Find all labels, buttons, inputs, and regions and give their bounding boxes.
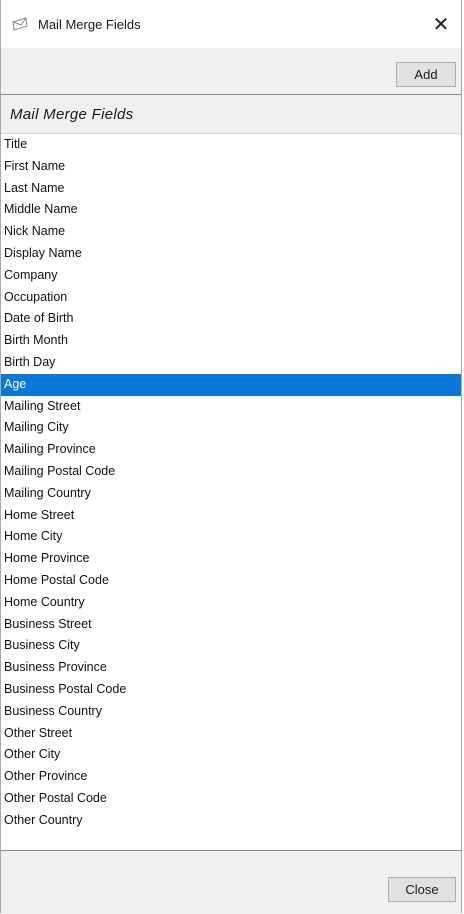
list-item[interactable]: Other Postal Code <box>1 788 461 810</box>
envelope-icon <box>11 15 29 33</box>
list-item[interactable]: Business Country <box>1 701 461 723</box>
list-item[interactable]: Home Postal Code <box>1 570 461 592</box>
close-button[interactable]: Close <box>388 877 456 902</box>
toolbar: Add <box>1 48 461 95</box>
title-bar: Mail Merge Fields ✕ <box>1 0 461 48</box>
fields-list[interactable]: Title First Name Last Name Middle Name Nick … <box>1 134 461 836</box>
list-item[interactable]: Middle Name <box>1 199 461 221</box>
panel-title: Mail Merge Fields <box>1 95 461 134</box>
list-item[interactable]: Mailing Country <box>1 483 461 505</box>
list-item[interactable]: Occupation <box>1 287 461 309</box>
list-item[interactable]: Display Name <box>1 243 461 265</box>
add-button[interactable]: Add <box>396 62 456 87</box>
close-icon[interactable]: ✕ <box>421 0 461 48</box>
list-item[interactable]: Birth Day <box>1 352 461 374</box>
list-item[interactable]: Business Province <box>1 657 461 679</box>
list-item[interactable]: Nick Name <box>1 221 461 243</box>
list-item[interactable]: Business City <box>1 635 461 657</box>
list-item[interactable]: Other Country <box>1 810 461 832</box>
window-title: Mail Merge Fields <box>38 16 141 32</box>
list-item[interactable]: Birth Month <box>1 330 461 352</box>
footer: Close <box>1 850 461 914</box>
list-item[interactable]: Other Province <box>1 766 461 788</box>
list-item[interactable]: Last Name <box>1 178 461 200</box>
list-item[interactable]: Other City <box>1 744 461 766</box>
list-item[interactable]: Home Province <box>1 548 461 570</box>
list-item[interactable]: Date of Birth <box>1 308 461 330</box>
list-item[interactable]: First Name <box>1 156 461 178</box>
list-item[interactable]: Home Street <box>1 505 461 527</box>
list-item[interactable]: Mailing City <box>1 417 461 439</box>
list-item[interactable]: Business Street <box>1 614 461 636</box>
list-item[interactable]: Mailing Province <box>1 439 461 461</box>
list-item[interactable]: Other Street <box>1 723 461 745</box>
list-item[interactable]: Home City <box>1 526 461 548</box>
list-item[interactable]: Mailing Street <box>1 396 461 418</box>
list-item[interactable]: Home Country <box>1 592 461 614</box>
list-item[interactable]: Title <box>1 134 461 156</box>
list-item[interactable]: Business Postal Code <box>1 679 461 701</box>
list-item[interactable]: Company <box>1 265 461 287</box>
mail-merge-fields-window: Mail Merge Fields ✕ Add Mail Merge Field… <box>0 0 462 914</box>
list-item[interactable]: Age <box>1 373 461 396</box>
list-item[interactable]: Mailing Postal Code <box>1 461 461 483</box>
